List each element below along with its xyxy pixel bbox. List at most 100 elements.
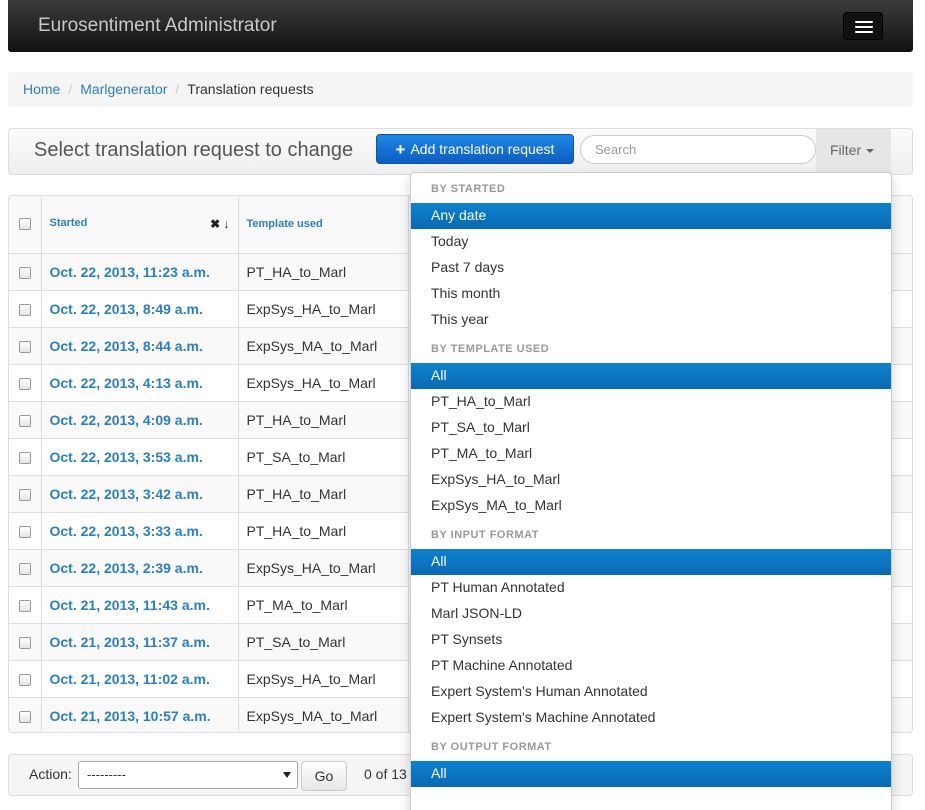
filter-option-input-format[interactable]: PT Machine Annotated (411, 653, 891, 679)
template-cell: PT_SA_to_Marl (238, 623, 409, 661)
started-link[interactable]: Oct. 22, 2013, 4:13 a.m. (50, 375, 203, 391)
started-link[interactable]: Oct. 22, 2013, 2:39 a.m. (50, 560, 203, 576)
started-link[interactable]: Oct. 21, 2013, 11:43 a.m. (50, 597, 210, 613)
breadcrumb: Home / Marlgenerator / Translation requests (8, 72, 913, 107)
started-link[interactable]: Oct. 21, 2013, 10:57 a.m. (50, 708, 211, 724)
row-checkbox[interactable] (9, 438, 42, 476)
breadcrumb-marlgenerator[interactable]: Marlgenerator (80, 81, 167, 97)
started-cell: Oct. 22, 2013, 11:23 a.m. (41, 253, 239, 291)
add-button-label: Add translation request (410, 141, 555, 157)
row-checkbox[interactable] (9, 290, 42, 328)
row-checkbox[interactable] (9, 364, 42, 402)
template-cell: ExpSys_HA_to_Marl (238, 660, 409, 698)
filter-option-started[interactable]: Any date (411, 203, 891, 229)
started-link[interactable]: Oct. 22, 2013, 3:42 a.m. (50, 486, 203, 502)
select-all-checkbox[interactable] (9, 196, 42, 254)
started-link[interactable]: Oct. 22, 2013, 11:23 a.m. (50, 264, 210, 280)
started-cell: Oct. 22, 2013, 2:39 a.m. (41, 549, 239, 587)
filter-option-template[interactable]: PT_MA_to_Marl (411, 441, 891, 467)
started-cell: Oct. 22, 2013, 3:53 a.m. (41, 438, 239, 476)
row-checkbox[interactable] (9, 660, 42, 698)
template-cell: PT_HA_to_Marl (238, 512, 409, 550)
started-link[interactable]: Oct. 22, 2013, 4:09 a.m. (50, 412, 203, 428)
started-link[interactable]: Oct. 22, 2013, 8:44 a.m. (50, 338, 203, 354)
filter-option-started[interactable]: Past 7 days (411, 255, 891, 281)
filter-option-input-format[interactable]: Expert System's Human Annotated (411, 679, 891, 705)
started-link[interactable]: Oct. 22, 2013, 3:53 a.m. (50, 449, 203, 465)
started-cell: Oct. 21, 2013, 11:37 a.m. (41, 623, 239, 661)
search-input[interactable] (580, 135, 816, 164)
template-cell: ExpSys_MA_to_Marl (238, 327, 409, 365)
started-cell: Oct. 21, 2013, 11:02 a.m. (41, 660, 239, 698)
started-link[interactable]: Oct. 21, 2013, 11:02 a.m. (50, 671, 210, 687)
template-cell: PT_HA_to_Marl (238, 475, 409, 513)
started-cell: Oct. 22, 2013, 3:33 a.m. (41, 512, 239, 550)
action-label: Action: (29, 766, 72, 782)
filter-option-started[interactable]: This year (411, 307, 891, 333)
started-cell: Oct. 22, 2013, 4:09 a.m. (41, 401, 239, 439)
breadcrumb-home[interactable]: Home (23, 81, 60, 97)
toolbar: Select translation request to change + A… (8, 128, 913, 175)
filter-option-started[interactable]: Today (411, 229, 891, 255)
breadcrumb-separator: / (68, 81, 73, 97)
hamburger-icon[interactable] (843, 12, 883, 40)
row-checkbox[interactable] (9, 512, 42, 550)
column-template[interactable]: Template used (238, 196, 409, 254)
column-started[interactable]: Started ✖ ↓ (41, 196, 239, 254)
filter-option-output-format[interactable]: All (411, 761, 891, 787)
started-cell: Oct. 22, 2013, 8:49 a.m. (41, 290, 239, 328)
filter-option-template[interactable]: All (411, 363, 891, 389)
breadcrumb-separator: / (175, 81, 180, 97)
brand-title[interactable]: Eurosentiment Administrator (38, 15, 277, 37)
action-select[interactable]: --------- (78, 761, 298, 789)
filter-option-input-format[interactable]: Expert System's Machine Annotated (411, 705, 891, 731)
template-cell: ExpSys_MA_to_Marl (238, 697, 409, 732)
template-cell: PT_MA_to_Marl (238, 586, 409, 624)
row-checkbox[interactable] (9, 401, 42, 439)
filter-header-template: BY TEMPLATE USED (431, 343, 550, 355)
filter-dropdown: BY STARTED Any date Today Past 7 days This m… (410, 172, 892, 810)
action-select-value: --------- (87, 767, 126, 782)
started-link[interactable]: Oct. 21, 2013, 11:37 a.m. (50, 634, 210, 650)
column-template-label[interactable]: Template used (247, 218, 323, 230)
row-checkbox[interactable] (9, 253, 42, 291)
sort-icon[interactable]: ✖ ↓ (210, 217, 229, 231)
row-checkbox[interactable] (9, 327, 42, 365)
row-checkbox[interactable] (9, 623, 42, 661)
filter-label: Filter (830, 142, 862, 158)
filter-option-template[interactable]: ExpSys_MA_to_Marl (411, 493, 891, 519)
column-started-label[interactable]: Started (50, 217, 88, 229)
started-cell: Oct. 21, 2013, 11:43 a.m. (41, 586, 239, 624)
page-title: Select translation request to change (34, 139, 354, 161)
started-cell: Oct. 22, 2013, 8:44 a.m. (41, 327, 239, 365)
row-checkbox[interactable] (9, 475, 42, 513)
started-link[interactable]: Oct. 22, 2013, 3:33 a.m. (50, 523, 203, 539)
started-cell: Oct. 21, 2013, 10:57 a.m. (41, 697, 239, 732)
go-button[interactable]: Go (301, 761, 347, 791)
add-translation-request-button[interactable]: + Add translation request (376, 134, 574, 164)
filter-option-started[interactable]: This month (411, 281, 891, 307)
filter-option-input-format[interactable]: Marl JSON-LD (411, 601, 891, 627)
row-checkbox[interactable] (9, 586, 42, 624)
filter-option-input-format[interactable]: All (411, 549, 891, 575)
plus-icon: + (395, 139, 406, 159)
filter-option-template[interactable]: PT_SA_to_Marl (411, 415, 891, 441)
started-cell: Oct. 22, 2013, 4:13 a.m. (41, 364, 239, 402)
filter-option-template[interactable]: ExpSys_HA_to_Marl (411, 467, 891, 493)
filter-option-template[interactable]: PT_HA_to_Marl (411, 389, 891, 415)
row-checkbox[interactable] (9, 549, 42, 587)
template-cell: PT_HA_to_Marl (238, 253, 409, 291)
started-cell: Oct. 22, 2013, 3:42 a.m. (41, 475, 239, 513)
row-checkbox[interactable] (9, 697, 42, 732)
template-cell: PT_HA_to_Marl (238, 401, 409, 439)
filter-header-started: BY STARTED (431, 183, 506, 195)
chevron-down-icon (283, 772, 291, 778)
template-cell: ExpSys_HA_to_Marl (238, 549, 409, 587)
template-cell: PT_SA_to_Marl (238, 438, 409, 476)
breadcrumb-current: Translation requests (187, 81, 314, 97)
filter-option-input-format[interactable]: PT Synsets (411, 627, 891, 653)
filter-button[interactable]: Filter (816, 129, 891, 174)
template-cell: ExpSys_HA_to_Marl (238, 290, 409, 328)
filter-option-input-format[interactable]: PT Human Annotated (411, 575, 891, 601)
started-link[interactable]: Oct. 22, 2013, 8:49 a.m. (50, 301, 203, 317)
